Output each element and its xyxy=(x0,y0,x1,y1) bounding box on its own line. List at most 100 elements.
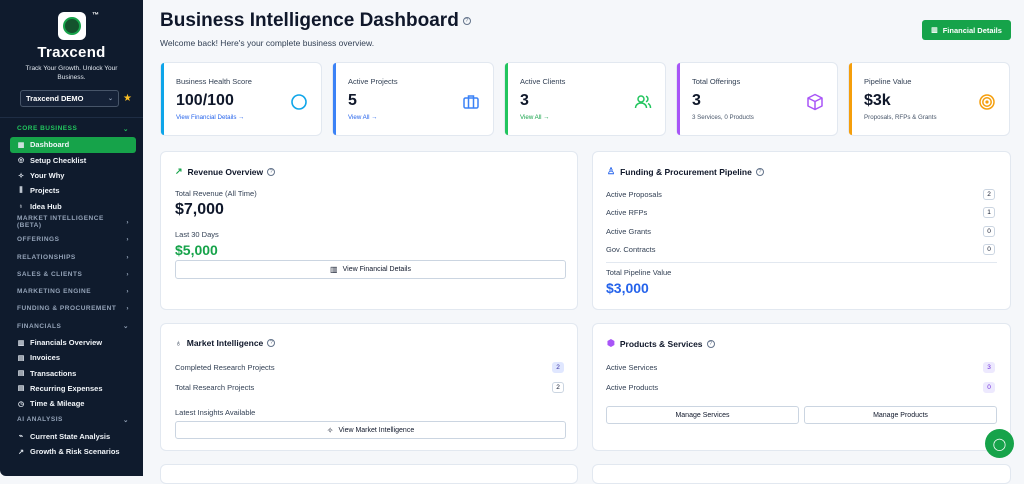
stat-value: 3 xyxy=(692,92,701,109)
view-all-projects-link[interactable]: View All → xyxy=(348,114,377,121)
view-market-intelligence-button[interactable]: ✧ View Market Intelligence xyxy=(175,421,566,439)
card-title-text: Products & Services xyxy=(619,338,703,349)
stat-value: $3k xyxy=(864,92,891,109)
document-icon: ▤ xyxy=(17,385,25,393)
total-pipeline-label: Total Pipeline Value xyxy=(606,268,672,277)
active-services-label: Active Services xyxy=(606,363,658,372)
sidebar-item-time-mileage[interactable]: ◷ Time & Mileage xyxy=(10,396,136,411)
sidebar-item-label: Projects xyxy=(30,186,60,196)
total-research-badge: 2 xyxy=(552,382,564,393)
financial-details-button[interactable]: ▥ Financial Details xyxy=(922,20,1011,40)
account-select[interactable]: Traxcend DEMO ⌄ xyxy=(20,90,119,107)
help-icon[interactable]: ? xyxy=(267,167,276,176)
products-services-card: ⬢ Products & Services? Active Services 3 … xyxy=(592,323,1011,451)
trending-up-icon: ↗ xyxy=(18,448,24,456)
award-icon: ♙ xyxy=(607,166,616,176)
active-proposals-badge: 2 xyxy=(983,189,995,200)
stat-value: 5 xyxy=(348,92,357,109)
page-title-text: Business Intelligence Dashboard xyxy=(160,10,459,31)
sidebar-item-label: Recurring Expenses xyxy=(30,383,103,393)
active-services-badge: 3 xyxy=(983,362,995,373)
sidebar-item-label: Dashboard xyxy=(30,140,70,150)
nav-section-funding-procurement[interactable]: FUNDING & PROCUREMENT › xyxy=(0,300,143,317)
view-financial-details-link[interactable]: View Financial Details → xyxy=(176,114,244,121)
insights-label: Latest Insights Available xyxy=(175,408,256,417)
completed-research-badge: 2 xyxy=(552,362,564,373)
lightbulb-icon: ♁ xyxy=(18,202,24,210)
button-label: Manage Services xyxy=(675,411,730,419)
nav-section-market-intelligence[interactable]: MARKET INTELLIGENCE (BETA) › xyxy=(0,214,143,231)
stat-value: 100/100 xyxy=(176,92,234,109)
card-title-text: Funding & Procurement Pipeline xyxy=(620,166,752,177)
stat-sub: 3 Services, 0 Products xyxy=(692,114,754,121)
receipt-icon: ▤ xyxy=(17,370,25,378)
help-icon[interactable]: ? xyxy=(462,16,471,25)
completed-research-label: Completed Research Projects xyxy=(175,363,275,372)
sidebar-item-transactions[interactable]: ▤ Transactions xyxy=(10,365,136,380)
view-financial-details-button[interactable]: ▥ View Financial Details xyxy=(175,260,566,279)
stat-label: Pipeline Value xyxy=(864,77,912,86)
total-research-label: Total Research Projects xyxy=(175,383,255,392)
stat-card-active-projects: Active Projects 5 View All → xyxy=(332,62,494,136)
market-intelligence-card: ♁ Market Intelligence? Completed Research… xyxy=(160,323,578,451)
star-icon[interactable]: ★ xyxy=(123,93,132,104)
sidebar-item-growth-risk-scenarios[interactable]: ↗ Growth & Risk Scenarios xyxy=(10,444,136,459)
stat-card-pipeline-value: Pipeline Value $3k Proposals, RFPs & Gra… xyxy=(848,62,1010,136)
total-revenue-label: Total Revenue (All Time) xyxy=(175,189,257,198)
nav-section-financials[interactable]: FINANCIALS ⌄ xyxy=(0,318,143,335)
nav-section-relationships[interactable]: RELATIONSHIPS › xyxy=(0,248,143,265)
sidebar-item-recurring-expenses[interactable]: ▤ Recurring Expenses xyxy=(10,381,136,396)
sidebar-item-label: Idea Hub xyxy=(30,201,62,211)
nav-section-label: RELATIONSHIPS xyxy=(17,253,76,261)
total-revenue-value: $7,000 xyxy=(175,201,224,218)
nav-section-ai-analysis[interactable]: AI ANALYSIS ⌄ xyxy=(0,411,143,428)
sidebar: ™ Traxcend Track Your Growth. Unlock You… xyxy=(0,0,143,476)
nav-section-offerings[interactable]: OFFERINGS › xyxy=(0,231,143,248)
sidebar-item-your-why[interactable]: ✧ Your Why xyxy=(10,168,136,183)
manage-services-button[interactable]: Manage Services xyxy=(606,406,799,424)
stat-sub: Proposals, RFPs & Grants xyxy=(864,114,937,121)
chat-button[interactable]: ◯ xyxy=(985,429,1014,458)
funding-pipeline-card: ♙ Funding & Procurement Pipeline? Active … xyxy=(592,151,1011,310)
package-icon xyxy=(807,93,823,111)
view-all-clients-link[interactable]: View All → xyxy=(520,114,549,121)
sidebar-item-setup-checklist[interactable]: ◎ Setup Checklist xyxy=(10,153,136,168)
chevron-down-icon: ⌄ xyxy=(123,323,129,331)
main-content: Business Intelligence Dashboard? Welcome… xyxy=(143,0,1024,484)
sidebar-item-dashboard[interactable]: ▦ Dashboard xyxy=(10,137,136,153)
help-icon[interactable]: ? xyxy=(755,167,764,176)
manage-products-button[interactable]: Manage Products xyxy=(804,406,997,424)
nav-section-label: SALES & CLIENTS xyxy=(17,270,83,278)
accent-bar xyxy=(333,63,336,135)
nav-section-label: OFFERINGS xyxy=(17,236,60,244)
chevron-right-icon: › xyxy=(126,270,129,278)
briefcase-icon xyxy=(463,95,479,109)
stat-value: 3 xyxy=(520,92,529,109)
sidebar-item-current-state-analysis[interactable]: ⌁ Current State Analysis xyxy=(10,429,136,444)
nav-section-sales-clients[interactable]: SALES & CLIENTS › xyxy=(0,266,143,283)
active-rfps-badge: 1 xyxy=(983,207,995,218)
card-title: ↗ Revenue Overview? xyxy=(175,166,276,177)
card-title: ♁ Market Intelligence? xyxy=(175,338,276,348)
logo[interactable] xyxy=(57,12,86,40)
revenue-overview-card: ↗ Revenue Overview? Total Revenue (All Ti… xyxy=(160,151,578,310)
button-label: Manage Products xyxy=(873,411,928,419)
nav-section-label: FINANCIALS xyxy=(17,322,62,330)
stat-card-total-offerings: Total Offerings 3 3 Services, 0 Products xyxy=(676,62,838,136)
bar-chart-icon: ▥ xyxy=(17,339,25,347)
sidebar-item-invoices[interactable]: ▤ Invoices xyxy=(10,350,136,365)
help-icon[interactable]: ? xyxy=(706,339,715,348)
help-icon[interactable]: ? xyxy=(267,339,276,347)
active-grants-label: Active Grants xyxy=(606,227,652,236)
nav-section-marketing-engine[interactable]: MARKETING ENGINE › xyxy=(0,283,143,300)
nav-section-core-business[interactable]: CORE BUSINESS ⌄ xyxy=(0,120,143,137)
sidebar-item-financials-overview[interactable]: ▥ Financials Overview xyxy=(10,335,136,350)
chevron-right-icon: › xyxy=(126,218,129,226)
next-card-right xyxy=(592,464,1011,484)
sparkle-icon: ✧ xyxy=(18,172,24,180)
sidebar-item-projects[interactable]: ⫼ Projects xyxy=(10,183,136,198)
sidebar-item-idea-hub[interactable]: ♁ Idea Hub xyxy=(10,198,136,213)
stat-card-active-clients: Active Clients 3 View All → xyxy=(504,62,666,136)
active-proposals-label: Active Proposals xyxy=(606,190,662,199)
stat-card-business-health: Business Health Score 100/100 View Finan… xyxy=(160,62,322,136)
